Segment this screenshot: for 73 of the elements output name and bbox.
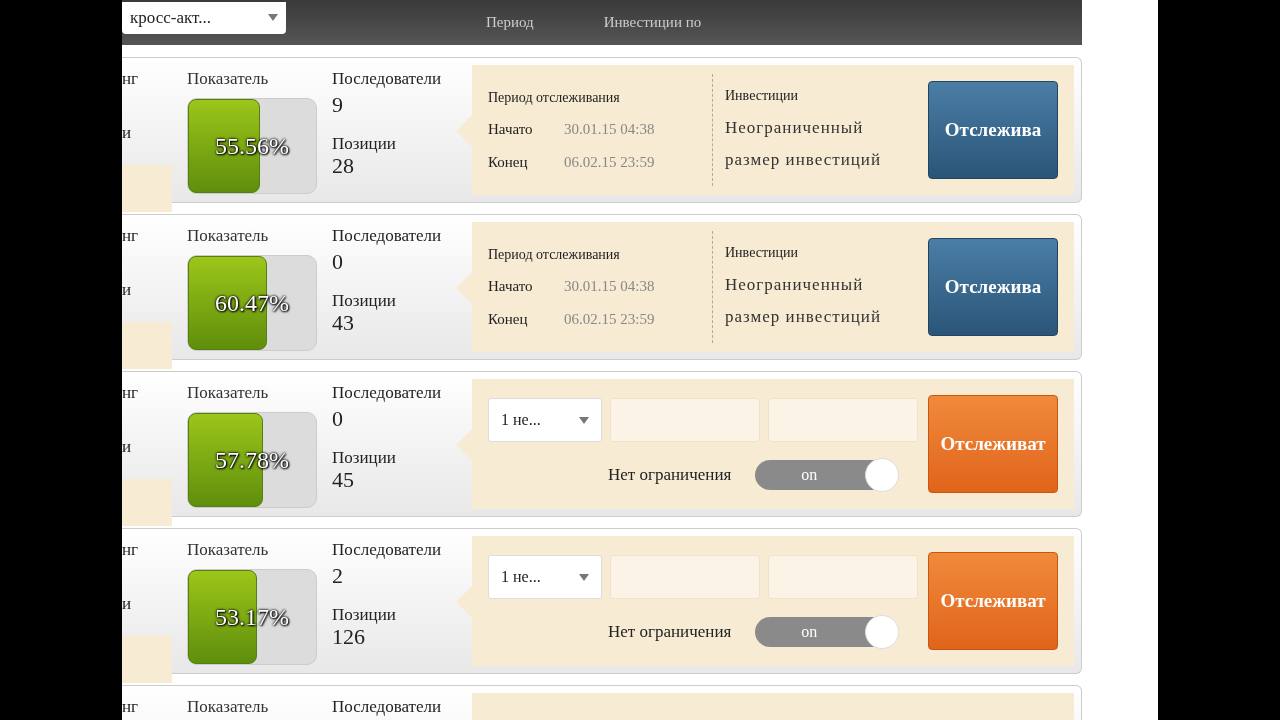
followers-count: 0 <box>332 248 344 275</box>
follow-button[interactable]: Отслеживат <box>928 395 1058 493</box>
investments-text: Неограниченный размер инвестиций <box>725 273 883 328</box>
start-label: Начато <box>488 120 534 139</box>
column-heading: Инвестиции по <box>603 13 702 33</box>
success-rate-label: Показатель <box>187 539 270 561</box>
followers-count: 2 <box>332 562 344 589</box>
follow-button[interactable]: Отслежива <box>928 238 1058 336</box>
toggle-switch[interactable]: on <box>755 617 898 647</box>
end-time: 06.02.15 23:59 <box>564 152 655 172</box>
rating-value: и <box>122 122 132 144</box>
followers-label: Последователи <box>332 539 443 561</box>
toggle-label: on <box>801 465 818 485</box>
dropdown-caret-icon <box>579 573 589 581</box>
start-label: Начато <box>488 277 534 296</box>
dropdown-caret-icon <box>268 14 278 21</box>
success-rate-label: Показатель <box>187 225 270 247</box>
followers-label: Последователи <box>332 382 443 404</box>
rating-value: и <box>122 593 132 615</box>
success-rate-label: Показатель <box>187 68 270 90</box>
end-time: 06.02.15 23:59 <box>564 309 655 329</box>
rating-label: нг <box>122 696 139 718</box>
period-title: Период отслеживания <box>488 246 621 264</box>
filter-dropdown[interactable]: кросс-акт... <box>122 1 286 34</box>
positions-count: 45 <box>332 467 354 492</box>
rating-label: нг <box>122 382 139 404</box>
followers-label: Последователи <box>332 225 443 247</box>
rating-value: и <box>122 279 132 301</box>
cream-block <box>122 636 172 683</box>
cream-block <box>122 479 172 526</box>
limit-label: Нет ограничения <box>608 621 732 644</box>
follow-button[interactable]: Отслеживат <box>928 552 1058 650</box>
cream-block <box>122 322 172 369</box>
positions-count: 28 <box>332 153 354 178</box>
positions-label: Позиции <box>332 447 397 468</box>
follow-button[interactable]: Отслежива <box>928 81 1058 179</box>
rating-label: нг <box>122 539 139 561</box>
toggle-knob <box>865 458 900 492</box>
input-field[interactable] <box>768 398 918 442</box>
input-field[interactable] <box>768 555 918 599</box>
positions-count: 126 <box>332 624 365 649</box>
positions-label: Позиции <box>332 290 397 311</box>
followers-label: Последователи <box>332 696 443 718</box>
start-time: 30.01.15 04:38 <box>564 120 655 139</box>
end-label: Конец <box>488 152 529 172</box>
input-field[interactable] <box>610 555 760 599</box>
input-field[interactable] <box>610 398 760 442</box>
followers-label: Последователи <box>332 68 443 90</box>
start-time: 30.01.15 04:38 <box>564 277 655 296</box>
success-rate-label: Показатель <box>187 382 270 404</box>
followers-count: 0 <box>332 405 344 432</box>
limit-label: Нет ограничения <box>608 464 732 487</box>
period-select[interactable]: 1 не... <box>488 555 602 599</box>
toggle-switch[interactable]: on <box>755 460 898 490</box>
positions-label: Позиции <box>332 133 397 154</box>
period-select[interactable]: 1 не... <box>488 398 602 442</box>
positions-count: 43 <box>332 310 354 335</box>
investments-title: Инвестиции <box>725 86 799 105</box>
positions-label: Позиции <box>332 604 397 625</box>
investments-title: Инвестиции <box>725 243 799 262</box>
investments-text: Неограниченный размер инвестиций <box>725 116 883 171</box>
followers-count: 9 <box>332 91 344 118</box>
rating-label: нг <box>122 225 139 247</box>
dropdown-caret-icon <box>579 416 589 424</box>
rating-label: нг <box>122 68 139 90</box>
success-rate-label: Показатель <box>187 696 270 718</box>
period-title: Период отслеживания <box>488 89 621 107</box>
column-heading: Период <box>486 13 534 33</box>
rating-value: и <box>122 436 132 458</box>
end-label: Конец <box>488 309 529 329</box>
cream-block <box>122 165 172 212</box>
toggle-knob <box>865 615 900 649</box>
toggle-label: on <box>801 622 818 642</box>
